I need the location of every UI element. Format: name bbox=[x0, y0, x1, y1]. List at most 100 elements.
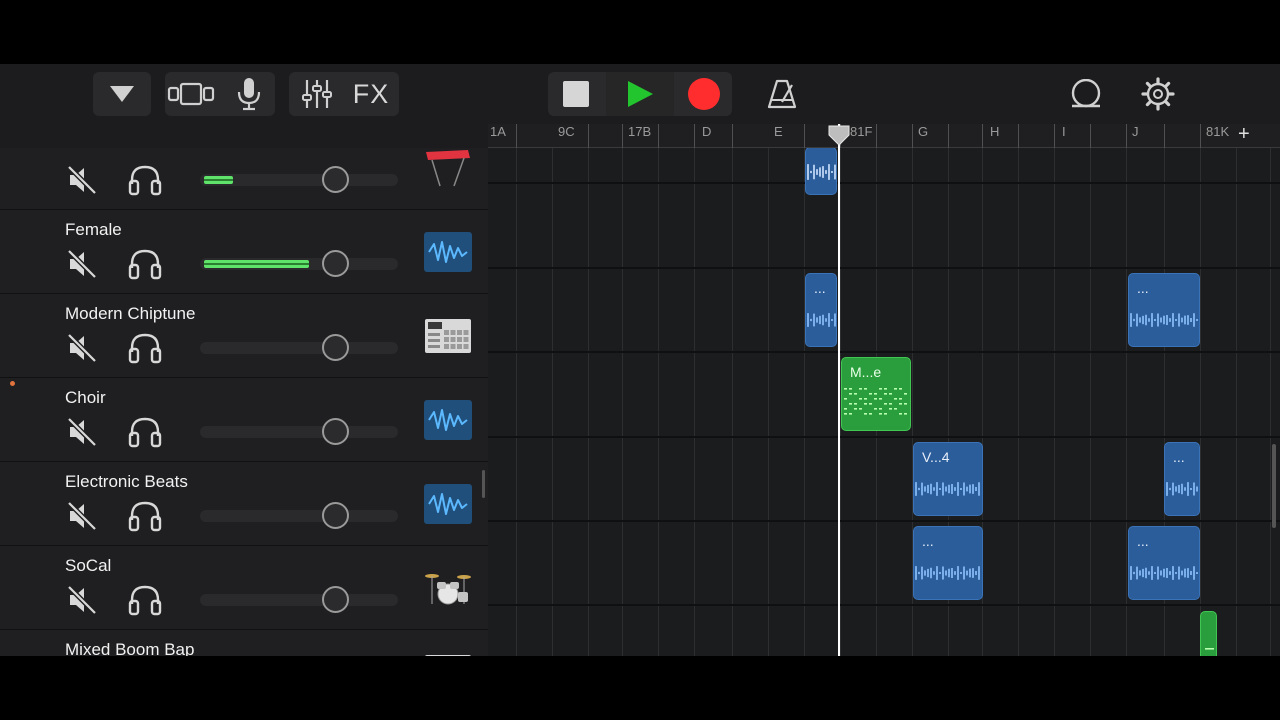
volume-knob[interactable] bbox=[322, 418, 349, 445]
grid-line bbox=[732, 148, 733, 656]
level-meter bbox=[204, 260, 309, 268]
lane-divider bbox=[488, 351, 1280, 353]
grid-line bbox=[1126, 148, 1127, 656]
grid-line bbox=[1054, 148, 1055, 656]
mute-button[interactable] bbox=[66, 584, 98, 616]
audio-region[interactable]: ... bbox=[1164, 442, 1200, 516]
lane-divider bbox=[488, 604, 1280, 606]
metronome-icon bbox=[767, 79, 797, 109]
tracks-menu-button[interactable] bbox=[93, 72, 151, 116]
track-header[interactable]: Modern Chiptune bbox=[0, 294, 488, 378]
tracks-scrollbar[interactable] bbox=[1272, 444, 1276, 528]
volume-knob[interactable] bbox=[322, 250, 349, 277]
mixer-button[interactable] bbox=[295, 72, 339, 116]
grid-line bbox=[1236, 148, 1237, 656]
volume-knob[interactable] bbox=[322, 502, 349, 529]
volume-knob[interactable] bbox=[322, 586, 349, 613]
ruler-tick bbox=[1054, 124, 1055, 148]
track-header[interactable]: SoCal bbox=[0, 546, 488, 630]
solo-headphones-button[interactable] bbox=[128, 500, 162, 532]
volume-slider[interactable] bbox=[200, 510, 398, 522]
record-button[interactable] bbox=[676, 72, 732, 116]
fx-label: FX bbox=[352, 78, 390, 109]
headphones-icon bbox=[128, 333, 162, 364]
track-name: Choir bbox=[65, 388, 106, 407]
track-header[interactable]: Choir bbox=[0, 378, 488, 462]
playhead-handle[interactable] bbox=[827, 125, 851, 147]
grid-line bbox=[622, 148, 623, 656]
speaker-muted-icon bbox=[67, 417, 97, 447]
volume-slider[interactable] bbox=[200, 258, 398, 270]
tracks-area[interactable]: ......M...eV...4.........M...p bbox=[488, 148, 1280, 656]
audio-region[interactable] bbox=[805, 148, 837, 195]
volume-knob[interactable] bbox=[322, 334, 349, 361]
solo-headphones-button[interactable] bbox=[128, 584, 162, 616]
volume-slider[interactable] bbox=[200, 174, 398, 186]
ruler-tick bbox=[732, 124, 733, 148]
ruler-tick bbox=[1164, 124, 1165, 148]
timeline-ruler[interactable]: + 1A 9C 17B D E 81F G H I J 81K bbox=[488, 123, 1280, 148]
solo-headphones-button[interactable] bbox=[128, 332, 162, 364]
audio-region[interactable]: ... bbox=[1128, 273, 1200, 347]
beat-sequencer-icon[interactable] bbox=[424, 652, 472, 656]
ruler-label: 81K bbox=[1206, 124, 1230, 139]
volume-slider[interactable] bbox=[200, 594, 398, 606]
ruler-tick bbox=[982, 124, 983, 148]
grid-line bbox=[1270, 148, 1271, 656]
speaker-muted-icon bbox=[67, 249, 97, 279]
add-section-button[interactable]: + bbox=[1238, 123, 1250, 146]
solo-headphones-button[interactable] bbox=[128, 164, 162, 196]
play-button[interactable] bbox=[606, 72, 674, 116]
mute-button[interactable] bbox=[66, 500, 98, 532]
metronome-button[interactable] bbox=[760, 72, 804, 116]
audio-region[interactable]: ... bbox=[913, 526, 983, 600]
mixer-sliders-icon bbox=[302, 80, 332, 108]
solo-headphones-button[interactable] bbox=[128, 248, 162, 280]
headphones-icon bbox=[128, 417, 162, 448]
microphone-button[interactable] bbox=[227, 72, 271, 116]
mute-button[interactable] bbox=[66, 248, 98, 280]
ruler-label: J bbox=[1132, 124, 1139, 139]
region-label: ... bbox=[814, 280, 826, 296]
volume-slider[interactable] bbox=[200, 342, 398, 354]
toolbar: FX bbox=[0, 64, 1280, 124]
track-header[interactable]: Female bbox=[0, 210, 488, 294]
midi-region[interactable]: M...e bbox=[841, 357, 911, 431]
loop-browser-icon bbox=[1071, 79, 1101, 108]
drum-kit-icon[interactable] bbox=[424, 568, 472, 608]
region-label: ... bbox=[922, 533, 934, 549]
solo-headphones-button[interactable] bbox=[128, 416, 162, 448]
audio-waveform-icon[interactable] bbox=[424, 400, 472, 440]
garageband-window: FX + 1A 9C 17B D E 81F G H I J 81K Femal… bbox=[0, 64, 1280, 656]
grid-line bbox=[768, 148, 769, 656]
mute-button[interactable] bbox=[66, 164, 98, 196]
view-toggle-button[interactable] bbox=[165, 72, 219, 116]
track-header[interactable] bbox=[0, 148, 488, 210]
settings-button[interactable] bbox=[1136, 72, 1180, 116]
mute-button[interactable] bbox=[66, 416, 98, 448]
fx-button[interactable]: FX bbox=[347, 72, 395, 116]
audio-region[interactable]: ... bbox=[1128, 526, 1200, 600]
ruler-label: H bbox=[990, 124, 1000, 139]
mute-button[interactable] bbox=[66, 332, 98, 364]
headphones-icon bbox=[128, 585, 162, 616]
lane-divider bbox=[488, 436, 1280, 438]
loop-browser-button[interactable] bbox=[1064, 72, 1108, 116]
settings-gear-icon bbox=[1141, 77, 1175, 111]
volume-knob[interactable] bbox=[322, 166, 349, 193]
track-header[interactable]: Electronic Beats bbox=[0, 462, 488, 546]
audio-waveform-icon[interactable] bbox=[424, 232, 472, 272]
lane-divider bbox=[488, 182, 1280, 184]
stop-button[interactable] bbox=[548, 72, 604, 116]
ruler-tick bbox=[912, 124, 913, 148]
keyboard-synth-icon[interactable] bbox=[424, 148, 472, 188]
ruler-label: 81F bbox=[850, 124, 873, 139]
audio-region[interactable]: V...4 bbox=[913, 442, 983, 516]
volume-slider[interactable] bbox=[200, 426, 398, 438]
audio-region[interactable]: ... bbox=[805, 273, 837, 347]
track-header[interactable]: Mixed Boom Bap bbox=[0, 630, 488, 656]
beat-sequencer-icon[interactable] bbox=[424, 316, 472, 356]
audio-waveform-icon[interactable] bbox=[424, 484, 472, 524]
midi-region[interactable] bbox=[1200, 611, 1217, 656]
ruler-tick bbox=[1018, 124, 1019, 148]
